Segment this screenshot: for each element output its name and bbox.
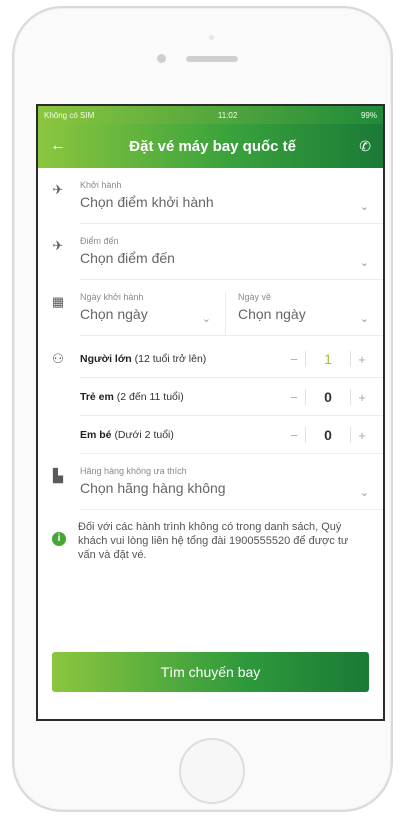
- destination-label: Điểm đến: [80, 236, 119, 246]
- date-row: ▦ Ngày khởi hành Chọn ngày ⌄ Ngày về Chọ…: [52, 280, 383, 336]
- decrement-button[interactable]: −: [283, 390, 305, 405]
- airline-value: Chọn hãng hàng không: [80, 480, 226, 496]
- passenger-desc: (12 tuổi trở lên): [134, 352, 207, 365]
- quantity-value: 1: [305, 351, 351, 367]
- battery-label: 99%: [360, 110, 377, 120]
- passenger-row-infant: Em bé (Dưới 2 tuổi) − 0 +: [80, 416, 383, 454]
- arrow-left-icon[interactable]: ←: [50, 137, 66, 155]
- search-flights-button[interactable]: Tìm chuyến bay: [52, 652, 369, 692]
- home-button[interactable]: [179, 738, 245, 804]
- passenger-desc: (2 đến 11 tuổi): [116, 390, 184, 403]
- seat-icon: ▙: [53, 468, 63, 483]
- increment-button[interactable]: +: [351, 352, 373, 367]
- departure-label: Khởi hành: [80, 180, 122, 190]
- airline-field[interactable]: ▙ Hãng hàng không ưa thích Chọn hãng hàn…: [53, 454, 383, 510]
- passenger-row-adult: ⚇ Người lớn (12 tuổi trở lên) − 1 +: [52, 340, 383, 378]
- depart-date-label: Ngày khởi hành: [80, 292, 144, 302]
- front-camera: [157, 54, 166, 63]
- increment-button[interactable]: +: [351, 428, 373, 443]
- quantity-value: 0: [305, 389, 351, 405]
- app-screen: Không có SIM 11:02 99% ← Đặt vé máy bay …: [36, 104, 385, 721]
- chevron-down-icon: ⌄: [359, 487, 369, 499]
- departure-field[interactable]: ✈ Khởi hành Chọn điểm khởi hành ⌄: [53, 168, 383, 224]
- chevron-down-icon: ⌄: [359, 201, 369, 213]
- depart-date-field[interactable]: Ngày khởi hành Chọn ngày ⌄: [80, 292, 226, 335]
- chevron-down-icon: ⌄: [201, 313, 211, 325]
- info-icon: i: [52, 532, 66, 546]
- sensor: [209, 35, 214, 40]
- landing-icon: ✈: [52, 238, 64, 253]
- decrement-button[interactable]: −: [283, 428, 305, 443]
- quantity-stepper: − 0 +: [283, 427, 373, 443]
- passenger-desc: (Dưới 2 tuổi): [114, 428, 174, 441]
- takeoff-icon: ✈: [52, 182, 64, 197]
- decrement-button[interactable]: −: [283, 352, 305, 367]
- return-date-field[interactable]: Ngày về Chọn ngày ⌄: [226, 292, 383, 335]
- carrier-label: Không có SIM: [44, 110, 95, 120]
- app-header: ← Đặt vé máy bay quốc tế ✆: [38, 124, 383, 168]
- return-date-label: Ngày về: [238, 292, 272, 302]
- passenger-type: Em bé: [80, 428, 112, 441]
- quantity-value: 0: [305, 427, 351, 443]
- note-text: Đối với các hành trình không có trong da…: [78, 521, 349, 561]
- passenger-row-child: Trẻ em (2 đến 11 tuổi) − 0 +: [80, 378, 383, 416]
- destination-value: Chọn điểm đến: [80, 250, 175, 266]
- increment-button[interactable]: +: [351, 390, 373, 405]
- passenger-type: Người lớn: [80, 352, 132, 365]
- phone-icon[interactable]: ✆: [359, 138, 371, 155]
- chevron-down-icon: ⌄: [359, 313, 369, 325]
- info-note: i Đối với các hành trình không có trong …: [52, 520, 369, 562]
- airline-label: Hãng hàng không ưa thích: [80, 466, 187, 476]
- chevron-down-icon: ⌄: [359, 257, 369, 269]
- status-bar: Không có SIM 11:02 99%: [38, 106, 383, 124]
- quantity-stepper: − 0 +: [283, 389, 373, 405]
- quantity-stepper: − 1 +: [283, 351, 373, 367]
- page-title: Đặt vé máy bay quốc tế: [129, 137, 296, 155]
- destination-field[interactable]: ✈ Điểm đến Chọn điểm đến ⌄: [53, 224, 383, 280]
- calendar-icon: ▦: [51, 294, 65, 309]
- departure-value: Chọn điểm khởi hành: [80, 194, 214, 210]
- people-icon: ⚇: [52, 351, 64, 366]
- clock: 11:02: [217, 110, 238, 120]
- earpiece-speaker: [186, 56, 238, 62]
- passenger-type: Trẻ em: [80, 390, 114, 403]
